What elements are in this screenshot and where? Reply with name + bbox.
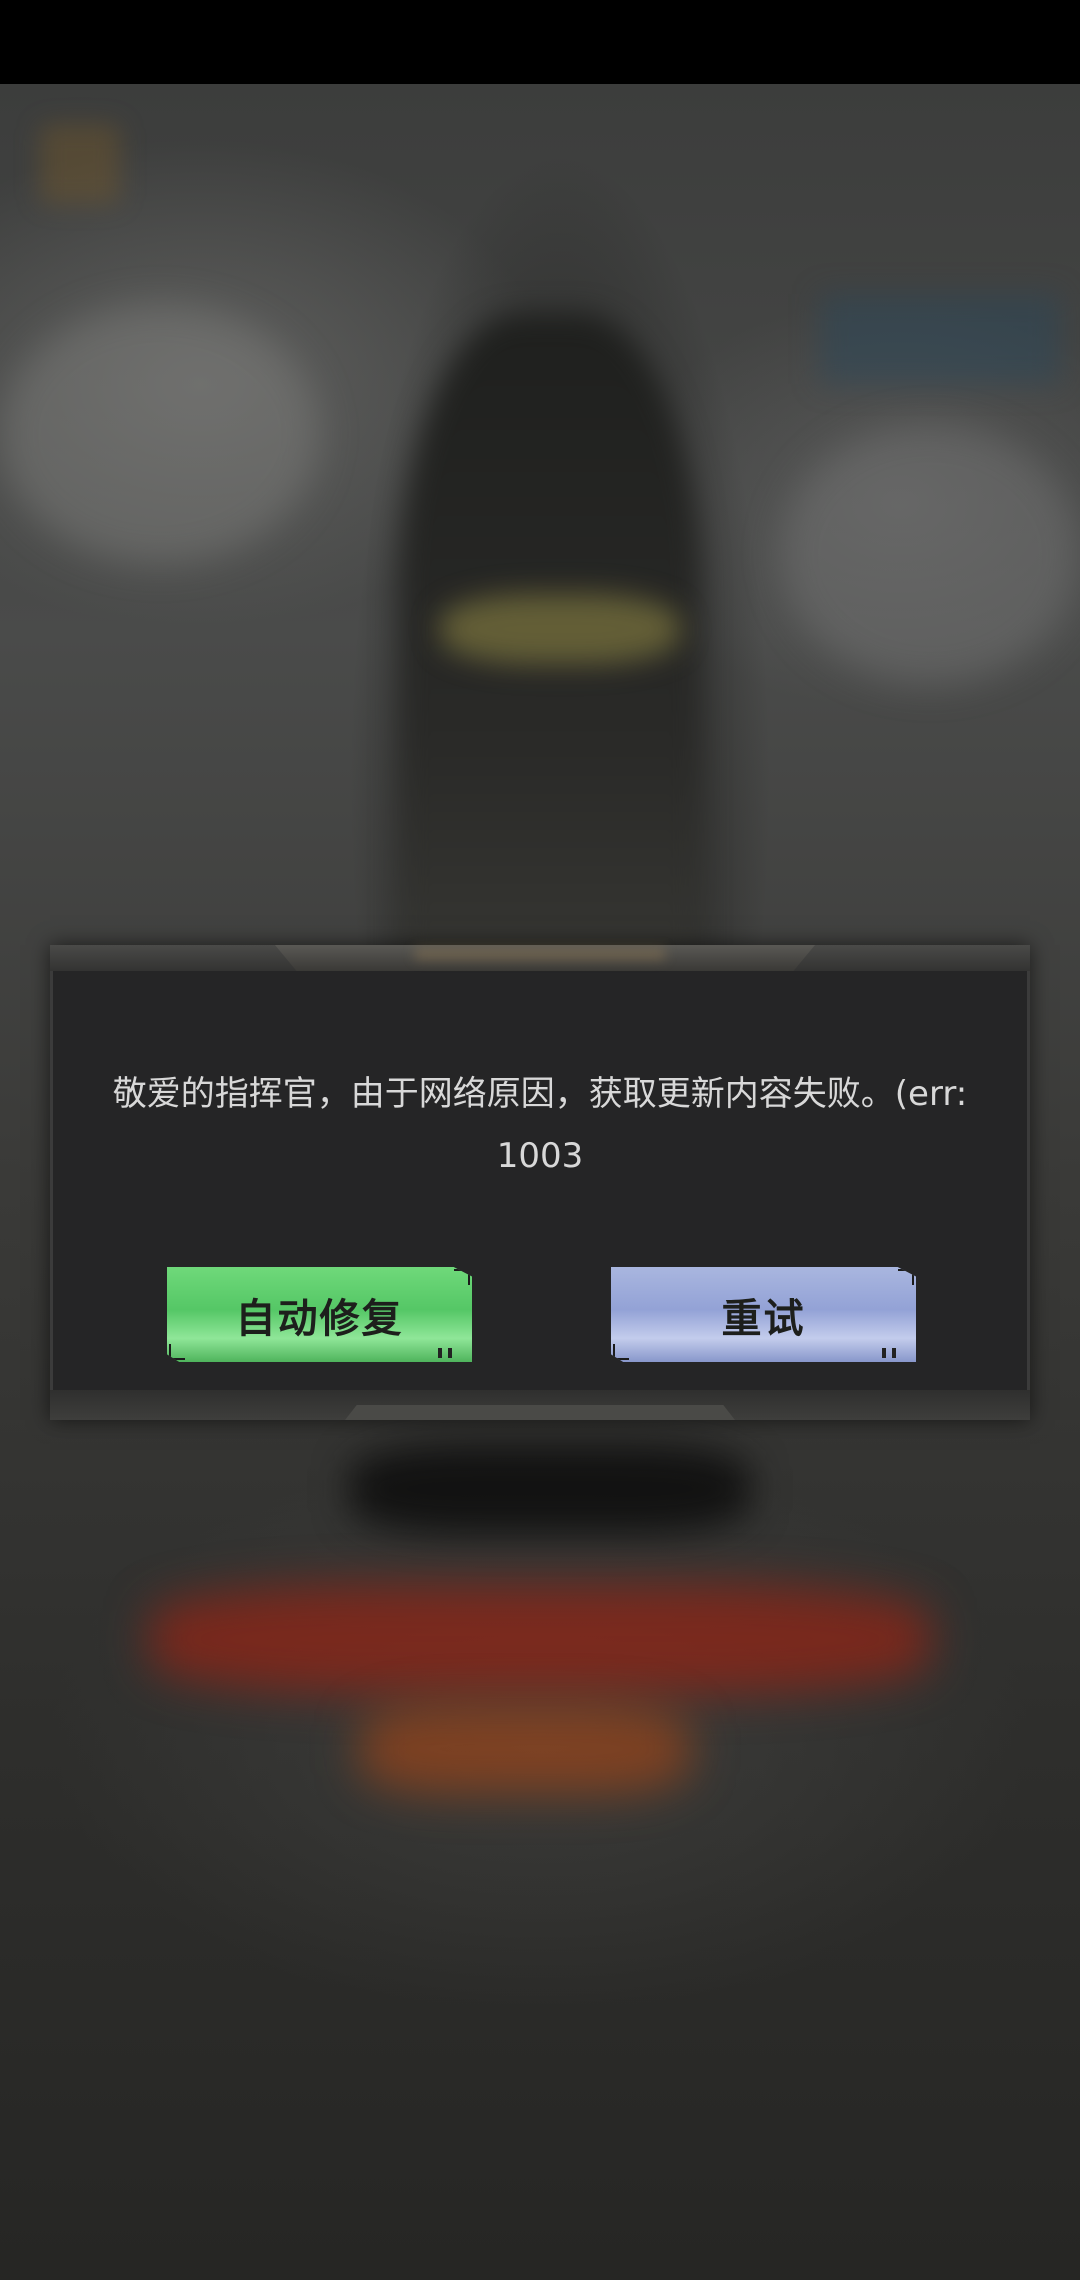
retry-button[interactable]: 重试 [611,1267,916,1362]
cloud-shape [780,424,1080,684]
blurred-tower-silhouette [400,314,700,1034]
blurred-logo-top [350,1444,750,1534]
cloud-shape [0,304,320,564]
auto-repair-button[interactable]: 自动修复 [167,1267,472,1362]
blurred-corner-badge [40,124,120,204]
blurred-tower-light [440,594,680,664]
status-bar [0,0,1080,84]
update-error-dialog: 敬爱的指挥官，由于网络原因，获取更新内容失败。(err: 1003 自动修复 重… [50,945,1030,1420]
blurred-event-banner [820,294,1060,384]
auto-repair-label: 自动修复 [235,1295,404,1342]
pause-mark-icon [438,1348,452,1358]
blurred-game-logo-sub [360,1704,690,1794]
dialog-bottom-tab [345,1405,735,1420]
dialog-message: 敬爱的指挥官，由于网络原因，获取更新内容失败。(err: 1003 [112,1074,968,1176]
retry-label: 重试 [721,1295,806,1342]
pause-mark-icon [882,1348,896,1358]
blurred-game-logo [150,1584,930,1694]
dialog-top-glow [415,949,665,959]
